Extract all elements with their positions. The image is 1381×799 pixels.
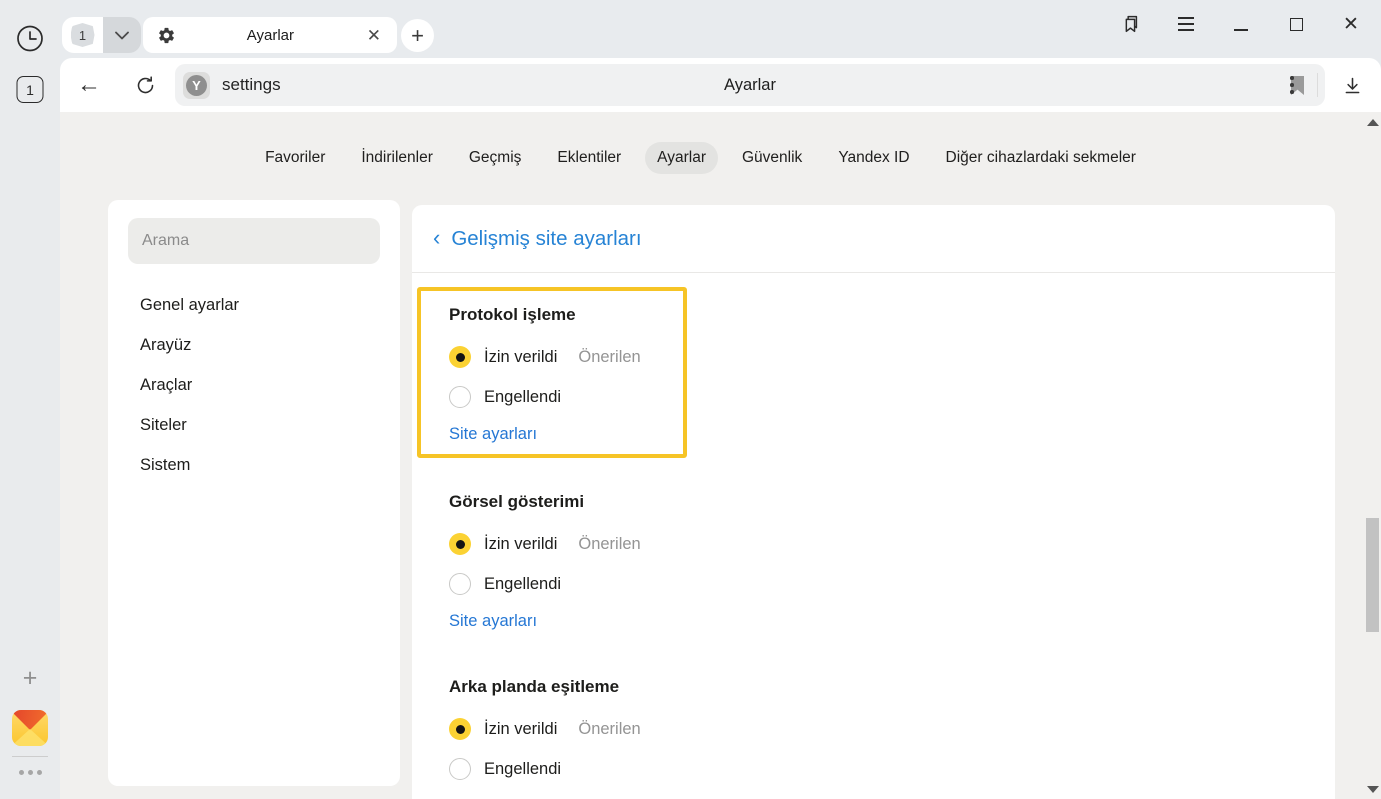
advanced-site-settings-header[interactable]: ‹ Gelişmiş site ayarları — [412, 205, 1335, 273]
highlighted-section-protokol-isleme: Protokol işleme İzin verildi Önerilen En… — [417, 287, 687, 458]
tab-strip: 1 Ayarlar ✕ + ✕ — [60, 0, 1381, 58]
tab-guvenlik[interactable]: Güvenlik — [730, 142, 814, 174]
radio-option-engellendi[interactable]: Engellendi — [449, 564, 1335, 604]
tab-title: Ayarlar — [176, 27, 365, 44]
download-icon[interactable] — [1334, 58, 1370, 112]
sidebar-item-araclar[interactable]: Araçlar — [108, 365, 400, 405]
gear-icon — [157, 26, 176, 45]
section-title: Protokol işleme — [449, 305, 665, 325]
tab-group[interactable]: 1 — [62, 17, 141, 53]
toolbar-divider — [1317, 73, 1318, 97]
browser-tab-settings[interactable]: Ayarlar ✕ — [143, 17, 397, 53]
sidebar-item-siteler[interactable]: Siteler — [108, 405, 400, 445]
tab-eklentiler[interactable]: Eklentiler — [545, 142, 633, 174]
radio-selected-icon[interactable] — [449, 718, 471, 740]
radio-selected-icon[interactable] — [449, 533, 471, 555]
tab-indirilenler[interactable]: İndirilenler — [349, 142, 445, 174]
tab-close-icon[interactable]: ✕ — [365, 27, 383, 44]
tab-ayarlar[interactable]: Ayarlar — [645, 142, 718, 174]
page-title: Gelişmiş site ayarları — [451, 227, 641, 251]
edge-sidebar: 1 + — [0, 0, 60, 799]
radio-option-izin-verildi[interactable]: İzin verildi Önerilen — [449, 709, 1335, 749]
section-arka-planda-esitleme: Arka planda eşitleme İzin verildi Öneril… — [412, 677, 1335, 789]
section-gorsel-gosterimi: Görsel gösterimi İzin verildi Önerilen E… — [412, 492, 1335, 631]
recommended-badge: Önerilen — [578, 348, 640, 367]
scroll-down-icon[interactable] — [1367, 786, 1379, 793]
settings-page: Favoriler İndirilenler Geçmiş Eklentiler… — [60, 112, 1381, 799]
site-settings-link[interactable]: Site ayarları — [449, 612, 537, 631]
section-title: Görsel gösterimi — [449, 492, 1335, 512]
settings-menu: Genel ayarlar Arayüz Araçlar Siteler Sis… — [108, 285, 400, 485]
tab-favoriler[interactable]: Favoriler — [253, 142, 337, 174]
site-settings-link[interactable]: Site ayarları — [449, 425, 537, 444]
sidebar-item-genel-ayarlar[interactable]: Genel ayarlar — [108, 285, 400, 325]
address-bar[interactable]: Y settings Ayarlar — [175, 64, 1325, 106]
vertical-scrollbar[interactable] — [1364, 112, 1381, 799]
tab-group-count-container[interactable]: 1 — [62, 17, 103, 53]
radio-unselected-icon[interactable] — [449, 386, 471, 408]
tab-count-badge[interactable]: 1 — [17, 76, 44, 103]
radio-unselected-icon[interactable] — [449, 573, 471, 595]
close-icon[interactable]: ✕ — [1337, 10, 1365, 38]
chevron-down-icon[interactable] — [103, 17, 141, 53]
kebab-menu-icon[interactable] — [1274, 58, 1310, 112]
maximize-icon[interactable] — [1282, 10, 1310, 38]
radio-option-engellendi[interactable]: Engellendi — [449, 749, 1335, 789]
radio-label: Engellendi — [484, 575, 561, 594]
search-input[interactable] — [128, 218, 380, 264]
history-clock-icon[interactable] — [17, 25, 44, 52]
settings-main-card: ‹ Gelişmiş site ayarları Protokol işleme… — [412, 205, 1335, 799]
back-arrow-icon[interactable]: ← — [71, 58, 107, 112]
settings-sections: Protokol işleme İzin verildi Önerilen En… — [412, 273, 1335, 789]
scrollbar-thumb[interactable] — [1366, 518, 1379, 632]
radio-label: İzin verildi — [484, 720, 557, 739]
browser-toolbar: ← Y settings Ayarlar — [60, 58, 1381, 112]
edge-divider — [12, 756, 48, 757]
tab-gecmis[interactable]: Geçmiş — [457, 142, 534, 174]
radio-option-izin-verildi[interactable]: İzin verildi Önerilen — [449, 524, 1335, 564]
settings-sidebar-card: Genel ayarlar Arayüz Araçlar Siteler Sis… — [108, 200, 400, 786]
settings-nav-tabs: Favoriler İndirilenler Geçmiş Eklentiler… — [60, 142, 1341, 174]
yandex-y-icon: Y — [183, 72, 210, 99]
recommended-badge: Önerilen — [578, 720, 640, 739]
radio-unselected-icon[interactable] — [449, 758, 471, 780]
radio-label: İzin verildi — [484, 535, 557, 554]
mail-flap — [12, 710, 48, 730]
tab-group-count-badge: 1 — [71, 23, 95, 47]
more-dots-icon[interactable] — [12, 770, 48, 775]
new-tab-button[interactable]: + — [401, 19, 434, 52]
radio-option-engellendi[interactable]: Engellendi — [449, 377, 665, 417]
section-title: Arka planda eşitleme — [449, 677, 1335, 697]
scroll-up-icon[interactable] — [1367, 119, 1379, 126]
radio-option-izin-verildi[interactable]: İzin verildi Önerilen — [449, 337, 665, 377]
menu-icon[interactable] — [1172, 10, 1200, 38]
tab-yandex-id[interactable]: Yandex ID — [826, 142, 921, 174]
radio-label: İzin verildi — [484, 348, 557, 367]
plus-icon[interactable]: + — [16, 664, 44, 692]
yandex-mail-icon[interactable] — [12, 710, 48, 746]
address-bar-page-title: Ayarlar — [175, 76, 1325, 95]
reload-icon[interactable] — [127, 58, 163, 112]
minimize-icon[interactable] — [1227, 10, 1255, 38]
radio-label: Engellendi — [484, 388, 561, 407]
radio-label: Engellendi — [484, 760, 561, 779]
url-text[interactable]: settings — [222, 75, 281, 95]
recommended-badge: Önerilen — [578, 535, 640, 554]
mail-body — [12, 729, 48, 746]
back-chevron-icon[interactable]: ‹ — [433, 225, 440, 251]
sidebar-item-sistem[interactable]: Sistem — [108, 445, 400, 485]
tab-diger-cihazlar[interactable]: Diğer cihazlardaki sekmeler — [934, 142, 1148, 174]
side-panels-icon[interactable] — [1116, 10, 1144, 38]
sidebar-item-arayuz[interactable]: Arayüz — [108, 325, 400, 365]
radio-selected-icon[interactable] — [449, 346, 471, 368]
